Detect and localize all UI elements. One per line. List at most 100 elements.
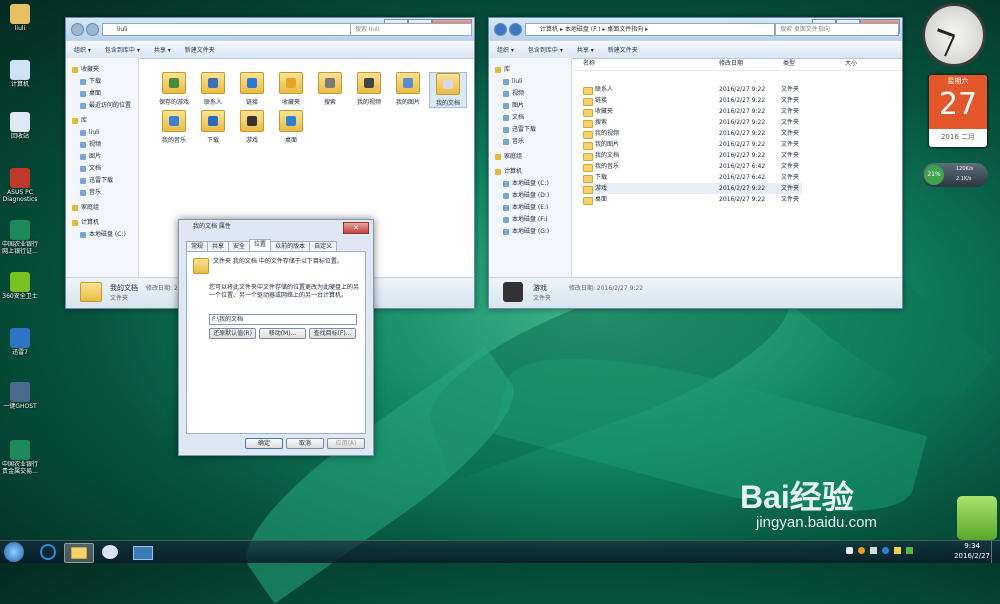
file-row[interactable]: 我的文档 2016/2/27 9:22 文件夹 bbox=[581, 150, 802, 161]
move-button[interactable]: 移动(M)... bbox=[259, 328, 306, 339]
nav-item[interactable]: 本地磁盘 (C:) bbox=[66, 229, 138, 241]
nav-item[interactable]: 收藏夹 bbox=[66, 64, 138, 76]
dialog-tab[interactable]: 位置 bbox=[249, 239, 272, 251]
app-tile-icon[interactable] bbox=[957, 496, 997, 540]
folder-item[interactable]: 收藏夹 bbox=[273, 72, 309, 106]
network-meter-gadget[interactable]: 21% 120K/s 2.1K/s bbox=[922, 163, 988, 187]
folder-item[interactable]: 我的视频 bbox=[351, 72, 387, 106]
nav-item[interactable]: 视频 bbox=[66, 139, 138, 151]
search-input[interactable]: 搜索 桌面文件指向 bbox=[775, 23, 899, 36]
nav-item[interactable]: 音乐 bbox=[489, 136, 571, 148]
nav-item[interactable]: 视频 bbox=[489, 88, 571, 100]
organize-menu[interactable]: 组织 ▾ bbox=[74, 45, 91, 54]
show-desktop-button[interactable] bbox=[991, 541, 1000, 563]
desktop-icon[interactable]: 计算机 bbox=[2, 60, 38, 88]
desktop-icon[interactable]: ASUS PC Diagnostics bbox=[2, 168, 38, 203]
nav-item[interactable]: liuli bbox=[66, 127, 138, 139]
nav-item[interactable]: 家庭组 bbox=[66, 202, 138, 214]
nav-item[interactable]: 图片 bbox=[66, 151, 138, 163]
nav-item[interactable]: 计算机 bbox=[489, 166, 571, 178]
dialog-tab[interactable]: 安全 bbox=[228, 241, 251, 251]
column-size[interactable]: 大小 bbox=[845, 58, 857, 70]
back-button[interactable] bbox=[494, 23, 507, 36]
file-row[interactable]: 链接 2016/2/27 9:22 文件夹 bbox=[581, 95, 802, 106]
file-row[interactable]: 联系人 2016/2/27 9:22 文件夹 bbox=[581, 84, 802, 95]
nav-item[interactable]: 计算机 bbox=[66, 217, 138, 229]
clock-gadget[interactable] bbox=[922, 3, 986, 67]
nav-item[interactable]: 文档 bbox=[66, 163, 138, 175]
paint-icon[interactable] bbox=[96, 543, 124, 561]
include-library-menu[interactable]: 包含到库中 ▾ bbox=[528, 45, 563, 54]
address-bar[interactable]: 计算机 ▸ 本地磁盘 (F:) ▸ 桌面文件指向 ▸ bbox=[525, 23, 775, 36]
new-folder-button[interactable]: 新建文件夹 bbox=[608, 45, 638, 54]
file-row[interactable]: 收藏夹 2016/2/27 9:22 文件夹 bbox=[581, 106, 802, 117]
desktop-icon[interactable]: liuli bbox=[2, 4, 38, 32]
file-row[interactable]: 我的视频 2016/2/27 9:22 文件夹 bbox=[581, 128, 802, 139]
nav-item[interactable]: 图片 bbox=[489, 100, 571, 112]
apply-button[interactable]: 应用(A) bbox=[327, 438, 365, 449]
explorer-window-desktop-target[interactable]: – □ ✕ 计算机 ▸ 本地磁盘 (F:) ▸ 桌面文件指向 ▸ 搜索 桌面文件… bbox=[488, 17, 903, 309]
nav-item[interactable]: 库 bbox=[489, 64, 571, 76]
column-name[interactable]: 名称 bbox=[583, 58, 595, 70]
calendar-gadget[interactable]: 星期六 27 2016 二月 bbox=[929, 75, 987, 147]
desktop-icon[interactable]: 中国农业银行 网上银行证... bbox=[2, 220, 38, 255]
desktop-icon[interactable]: 一键GHOST bbox=[2, 382, 38, 410]
nav-item[interactable]: 桌面 bbox=[66, 88, 138, 100]
dialog-close-button[interactable]: ✕ bbox=[343, 222, 369, 234]
include-library-menu[interactable]: 包含到库中 ▾ bbox=[105, 45, 140, 54]
nav-item[interactable]: 最近访问的位置 bbox=[66, 100, 138, 112]
nav-item[interactable]: liuli bbox=[489, 76, 571, 88]
folder-item[interactable]: 桌面 bbox=[273, 110, 309, 144]
folder-item[interactable]: 我的文档 bbox=[429, 72, 467, 108]
screen-icon[interactable] bbox=[128, 543, 156, 561]
tray-icon[interactable] bbox=[882, 547, 889, 554]
column-type[interactable]: 类型 bbox=[783, 58, 795, 70]
clock-date[interactable]: 2016/2/27 bbox=[954, 552, 990, 560]
folder-item[interactable]: 我的图片 bbox=[390, 72, 426, 106]
file-row[interactable]: 我的音乐 2016/2/27 6:42 文件夹 bbox=[581, 161, 802, 172]
folder-item[interactable]: 联系人 bbox=[195, 72, 231, 106]
search-input[interactable]: 搜索 liuli bbox=[350, 23, 472, 36]
nav-item[interactable]: 文档 bbox=[489, 112, 571, 124]
file-row[interactable]: 桌面 2016/2/27 9:22 文件夹 bbox=[581, 194, 802, 205]
file-row[interactable]: 我的图片 2016/2/27 9:22 文件夹 bbox=[581, 139, 802, 150]
restore-default-button[interactable]: 还原默认值(R) bbox=[209, 328, 256, 339]
explorer-taskbar-button[interactable] bbox=[64, 543, 94, 563]
back-button[interactable] bbox=[71, 23, 84, 36]
location-path-input[interactable]: F:\我的文档 bbox=[209, 314, 357, 325]
folder-item[interactable]: 搜索 bbox=[312, 72, 348, 106]
nav-item[interactable]: 本地磁盘 (G:) bbox=[489, 226, 571, 238]
cancel-button[interactable]: 取消 bbox=[286, 438, 324, 449]
clock-time[interactable]: 9:34 bbox=[964, 542, 980, 550]
start-button[interactable] bbox=[4, 542, 24, 562]
nav-item[interactable]: 本地磁盘 (D:) bbox=[489, 190, 571, 202]
nav-item[interactable]: 下载 bbox=[66, 76, 138, 88]
tray-icon[interactable] bbox=[894, 547, 901, 554]
tray-icon[interactable] bbox=[846, 547, 853, 554]
nav-item[interactable]: 迅雷下载 bbox=[489, 124, 571, 136]
properties-dialog[interactable]: 我的文档 属性 ✕ 常规 共享 安全 位置 以前的版本 自定义 文件夹 我的文档 中的文件… bbox=[178, 219, 374, 456]
file-row[interactable]: 下载 2016/2/27 6:42 文件夹 bbox=[581, 172, 802, 183]
column-date[interactable]: 修改日期 bbox=[719, 58, 743, 70]
organize-menu[interactable]: 组织 ▾ bbox=[497, 45, 514, 54]
file-row[interactable]: 游戏 2016/2/27 9:22 文件夹 bbox=[581, 183, 802, 194]
forward-button[interactable] bbox=[86, 23, 99, 36]
nav-item[interactable]: 家庭组 bbox=[489, 151, 571, 163]
tray-icon[interactable] bbox=[906, 547, 913, 554]
nav-item[interactable]: 本地磁盘 (C:) bbox=[489, 178, 571, 190]
nav-item[interactable]: 库 bbox=[66, 115, 138, 127]
dialog-tab[interactable]: 自定义 bbox=[309, 241, 338, 251]
share-menu[interactable]: 共享 ▾ bbox=[577, 45, 594, 54]
find-target-button[interactable]: 查找目标(F)... bbox=[309, 328, 356, 339]
desktop-icon[interactable]: 360安全卫士 bbox=[2, 272, 38, 300]
nav-item[interactable]: 音乐 bbox=[66, 187, 138, 199]
file-row[interactable]: 搜索 2016/2/27 9:22 文件夹 bbox=[581, 117, 802, 128]
desktop-icon[interactable]: 中国农业银行 贵金属交易... bbox=[2, 440, 38, 475]
forward-button[interactable] bbox=[509, 23, 522, 36]
nav-item[interactable]: 本地磁盘 (E:) bbox=[489, 202, 571, 214]
ok-button[interactable]: 确定 bbox=[245, 438, 283, 449]
folder-item[interactable]: 链接 bbox=[234, 72, 270, 106]
share-menu[interactable]: 共享 ▾ bbox=[154, 45, 171, 54]
desktop-icon[interactable]: 迅雷7 bbox=[2, 328, 38, 356]
dialog-tab[interactable]: 以前的版本 bbox=[270, 241, 311, 251]
